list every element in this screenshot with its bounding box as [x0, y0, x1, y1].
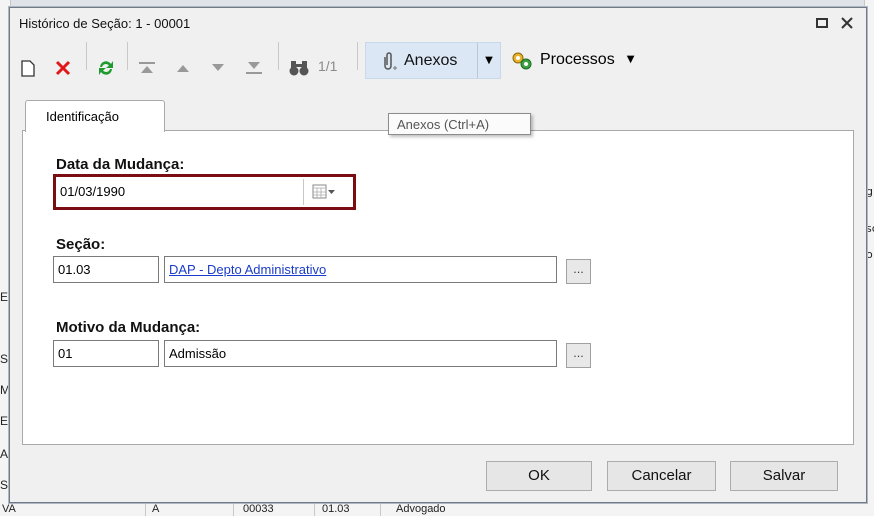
ok-button[interactable]: OK: [486, 461, 592, 491]
background-cell: Advogado: [396, 503, 446, 515]
anexos-tooltip: Anexos (Ctrl+A): [388, 113, 531, 135]
save-button[interactable]: Salvar: [730, 461, 838, 491]
data-mudanca-input[interactable]: 01/03/1990: [58, 179, 306, 205]
last-record-icon[interactable]: [243, 60, 265, 76]
anexos-split-button[interactable]: Anexos ▼: [365, 42, 501, 79]
background-cell: 00033: [243, 503, 274, 515]
cancel-button[interactable]: Cancelar: [607, 461, 716, 491]
delete-icon[interactable]: [52, 57, 74, 79]
close-icon[interactable]: [838, 14, 856, 32]
motivo-code-input[interactable]: 01: [53, 340, 159, 367]
background-right-text: o: [866, 248, 873, 261]
background-left-text: E: [0, 414, 9, 428]
next-record-icon[interactable]: [207, 60, 229, 76]
data-mudanca-highlight: 01/03/1990: [53, 174, 356, 210]
secao-label: Seção:: [56, 236, 106, 253]
calendar-dropdown-icon[interactable]: [312, 184, 336, 200]
motivo-description-field[interactable]: Admissão: [164, 340, 557, 367]
anexos-label: Anexos: [404, 51, 458, 69]
previous-record-icon[interactable]: [172, 60, 194, 76]
background-cell: VA: [2, 503, 16, 515]
background-right-text: sc: [866, 222, 874, 235]
search-binoculars-icon[interactable]: [287, 58, 311, 78]
processos-label: Processos: [540, 50, 615, 68]
secao-browse-button[interactable]: ...: [566, 259, 591, 284]
secao-description-link[interactable]: DAP - Depto Administrativo: [169, 262, 326, 277]
motivo-label: Motivo da Mudança:: [56, 319, 201, 336]
paperclip-icon: [380, 51, 398, 71]
tab-label: Identificação: [46, 109, 119, 124]
first-record-icon[interactable]: [136, 60, 158, 76]
background-cell: A: [152, 503, 160, 515]
tab-identificacao[interactable]: Identificação: [25, 100, 165, 132]
restore-icon[interactable]: [813, 14, 831, 32]
chevron-down-icon[interactable]: ▼: [627, 54, 635, 65]
refresh-icon[interactable]: [94, 56, 118, 80]
record-pager: 1/1: [318, 58, 338, 74]
secao-description-field[interactable]: DAP - Depto Administrativo: [164, 256, 557, 283]
background-left-text: E: [0, 290, 9, 304]
motivo-browse-button[interactable]: ...: [566, 343, 591, 368]
background-left-text: S: [0, 352, 9, 366]
anexos-dropdown-arrow[interactable]: ▼: [478, 43, 500, 78]
data-mudanca-label: Data da Mudança:: [56, 156, 185, 173]
processos-button[interactable]: Processos ▼: [510, 42, 634, 77]
process-gears-icon: [510, 49, 534, 71]
background-right-text: g: [866, 185, 873, 198]
background-grid-row: VA A 00033 01.03 Advogado: [0, 503, 874, 516]
title-bar[interactable]: Histórico de Seção: 1 - 00001: [10, 8, 866, 38]
secao-code-input[interactable]: 01.03: [53, 256, 159, 283]
chevron-down-icon: ▼: [485, 55, 493, 66]
new-document-icon[interactable]: [18, 57, 38, 79]
anexos-button[interactable]: Anexos: [366, 43, 477, 78]
window-title: Histórico de Seção: 1 - 00001: [19, 16, 191, 31]
background-cell: 01.03: [322, 503, 350, 515]
